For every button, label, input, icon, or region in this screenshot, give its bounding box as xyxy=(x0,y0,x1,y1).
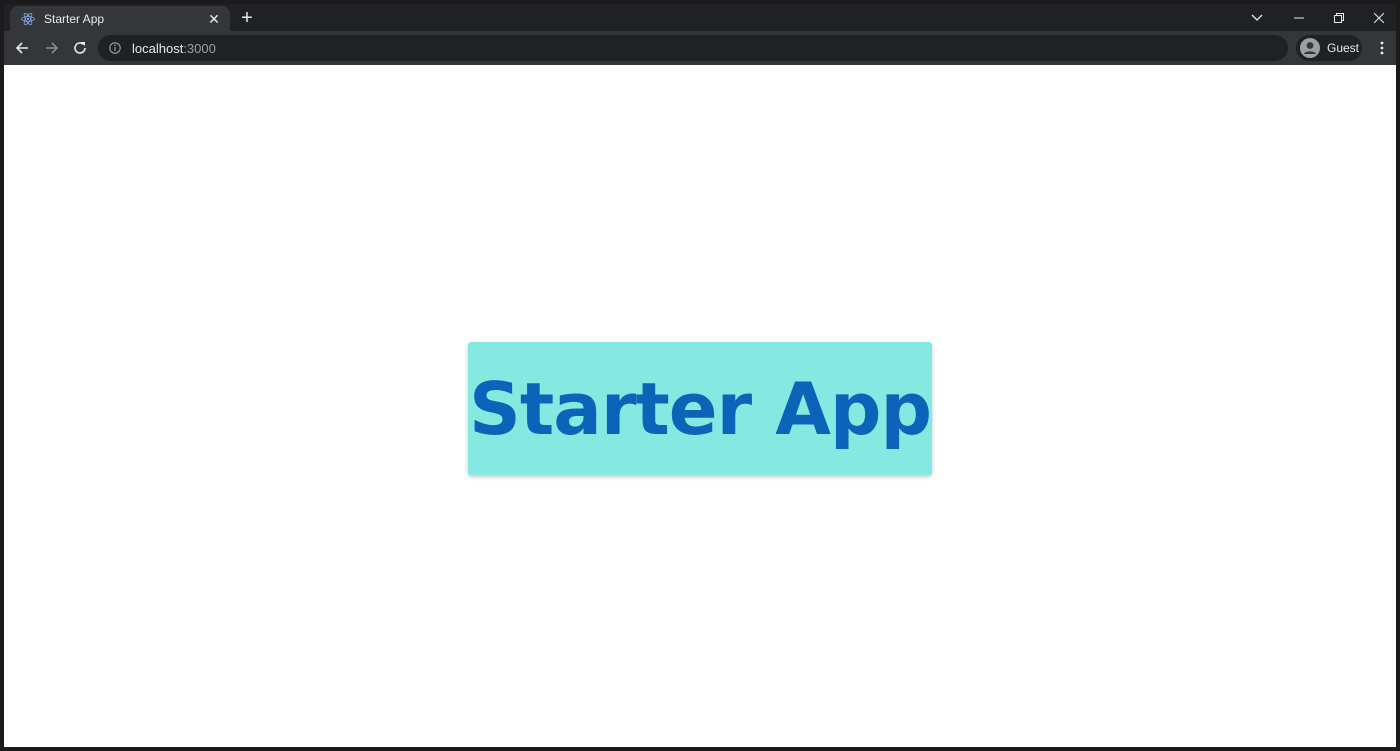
tab-strip: Starter App ✕ + xyxy=(4,4,1396,31)
tab-close-icon[interactable]: ✕ xyxy=(206,11,222,27)
more-menu-icon[interactable] xyxy=(1372,36,1392,60)
react-logo-icon xyxy=(20,11,36,27)
url-port: :3000 xyxy=(183,40,216,56)
tab-title: Starter App xyxy=(44,11,105,26)
profile-button[interactable]: Guest xyxy=(1296,35,1362,61)
address-bar[interactable]: localhost:3000 xyxy=(98,35,1288,61)
forward-arrow-icon[interactable] xyxy=(40,36,64,60)
page-viewport: Starter App xyxy=(4,65,1396,747)
browser-window: Starter App ✕ + localhost:3000 Guest Sta… xyxy=(0,0,1400,751)
new-tab-button[interactable]: + xyxy=(236,8,258,30)
page-title: Starter App xyxy=(469,366,932,451)
close-window-icon[interactable] xyxy=(1358,4,1400,31)
guest-avatar-icon xyxy=(1300,38,1320,58)
restore-icon[interactable] xyxy=(1318,4,1360,31)
tab-search-icon[interactable] xyxy=(1236,4,1278,31)
browser-toolbar: localhost:3000 Guest xyxy=(4,31,1396,65)
site-info-icon[interactable] xyxy=(108,41,122,55)
hero-panel: Starter App xyxy=(468,342,932,475)
profile-label: Guest xyxy=(1327,41,1360,55)
tab-starter-app[interactable]: Starter App ✕ xyxy=(10,6,230,31)
back-arrow-icon[interactable] xyxy=(10,36,34,60)
url-host: localhost xyxy=(132,40,184,56)
minimize-icon[interactable] xyxy=(1278,4,1320,31)
url-text[interactable]: localhost:3000 xyxy=(132,41,216,56)
reload-icon[interactable] xyxy=(68,36,92,60)
